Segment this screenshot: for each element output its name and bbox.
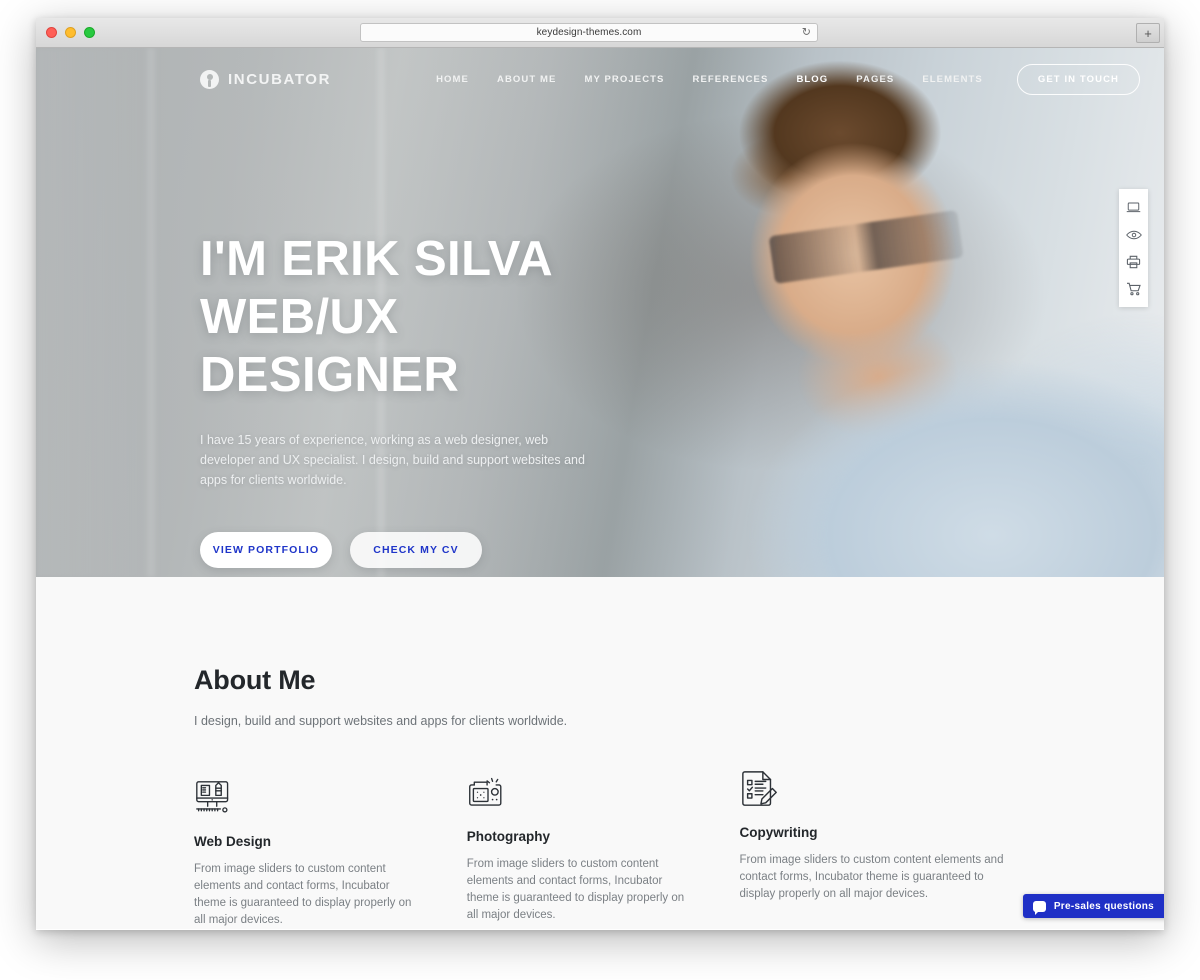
feature-title: Copywriting	[739, 825, 818, 840]
laptop-icon[interactable]	[1119, 194, 1148, 221]
chat-bubble-icon	[1032, 900, 1046, 915]
copywriting-document-pencil-icon	[740, 767, 1007, 809]
about-container: About Me I design, build and support web…	[36, 665, 1164, 929]
view-portfolio-button[interactable]: VIEW PORTFOLIO	[200, 532, 332, 568]
photography-camera-icon	[467, 771, 695, 813]
hero-title-line-2: WEB/UX DESIGNER	[200, 290, 460, 402]
address-bar[interactable]: keydesign-themes.com ↻	[360, 23, 818, 42]
main-nav: HOME ABOUT ME MY PROJECTS REFERENCES BLO…	[422, 63, 1140, 95]
chat-widget-label: Pre-sales questions	[1053, 900, 1154, 912]
minimize-window-button[interactable]	[65, 27, 76, 38]
features-row: Web Design From image sliders to custom …	[194, 771, 1007, 929]
nav-item-my-projects[interactable]: MY PROJECTS	[570, 74, 678, 85]
site-header: INCUBATOR HOME ABOUT ME MY PROJECTS REFE…	[36, 48, 1164, 110]
incubator-logo-icon	[200, 69, 219, 89]
page-viewport: INCUBATOR HOME ABOUT ME MY PROJECTS REFE…	[36, 48, 1164, 929]
hero-section: INCUBATOR HOME ABOUT ME MY PROJECTS REFE…	[36, 48, 1164, 577]
close-window-button[interactable]	[46, 27, 57, 38]
maximize-window-button[interactable]	[84, 27, 95, 38]
nav-item-pages[interactable]: PAGES	[842, 74, 908, 85]
hero-subtitle: I have 15 years of experience, working a…	[200, 433, 585, 487]
nav-item-home[interactable]: HOME	[422, 74, 483, 85]
about-section: About Me I design, build and support web…	[36, 577, 1164, 929]
hero-buttons: VIEW PORTFOLIO CHECK MY CV	[200, 532, 670, 568]
reload-icon[interactable]: ↻	[802, 27, 811, 38]
url-text: keydesign-themes.com	[536, 27, 642, 38]
nav-item-blog[interactable]: BLOG	[782, 74, 842, 85]
browser-window: keydesign-themes.com ↻ + INCUBATOR HOME …	[36, 18, 1164, 930]
new-tab-button[interactable]: +	[1136, 23, 1160, 43]
window-controls	[46, 27, 95, 38]
nav-item-about-me[interactable]: ABOUT ME	[483, 74, 570, 85]
about-title: About Me	[194, 665, 316, 695]
feature-card-copywriting: Copywriting From image sliders to custom…	[739, 771, 1007, 929]
get-in-touch-button[interactable]: GET IN TOUCH	[1016, 63, 1140, 95]
nav-item-references[interactable]: REFERENCES	[679, 74, 783, 85]
brand-logo[interactable]: INCUBATOR	[200, 69, 332, 89]
check-my-cv-button[interactable]: CHECK MY CV	[350, 532, 482, 568]
feature-card-photography: Photography From image sliders to custom…	[467, 776, 735, 929]
shopping-cart-icon[interactable]	[1119, 275, 1148, 302]
feature-text: From image sliders to custom content ele…	[194, 863, 412, 926]
browser-chrome: keydesign-themes.com ↻ +	[36, 18, 1164, 48]
feature-title: Photography	[466, 829, 550, 844]
hero-title-line-1: I'M ERIK SILVA	[200, 232, 554, 286]
feature-card-web-design: Web Design From image sliders to custom …	[194, 776, 462, 929]
eye-icon[interactable]	[1119, 221, 1148, 248]
brand-name: INCUBATOR	[228, 70, 332, 88]
pre-sales-chat-widget[interactable]: Pre-sales questions	[1022, 894, 1164, 918]
printer-icon[interactable]	[1119, 248, 1148, 275]
side-toolbar	[1119, 189, 1148, 307]
feature-title: Web Design	[194, 834, 272, 849]
feature-text: From image sliders to custom content ele…	[466, 858, 685, 921]
page-title: I'M ERIK SILVA WEB/UX DESIGNER	[200, 230, 670, 404]
feature-text: From image sliders to custom content ele…	[739, 854, 1004, 900]
nav-item-elements[interactable]: ELEMENTS	[908, 74, 997, 85]
about-subtitle: I design, build and support websites and…	[194, 714, 568, 728]
hero-content: I'M ERIK SILVA WEB/UX DESIGNER I have 15…	[200, 230, 670, 568]
web-design-monitor-ruler-pencil-icon	[194, 776, 422, 818]
